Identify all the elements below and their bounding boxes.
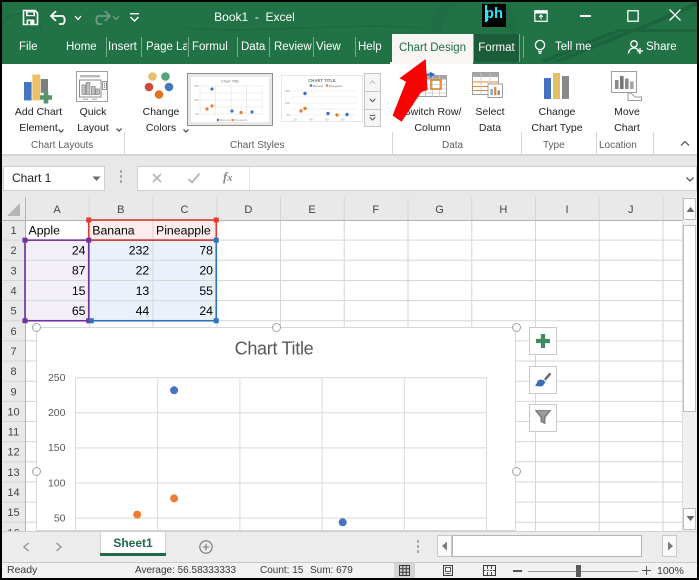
svg-text:55: 55 [199, 284, 213, 298]
svg-text:11: 11 [8, 427, 19, 439]
svg-text:44: 44 [136, 304, 150, 318]
svg-text:F: F [372, 204, 379, 216]
svg-text:10: 10 [7, 406, 19, 418]
svg-text:78: 78 [199, 244, 213, 258]
svg-text:Banana: Banana [220, 118, 231, 122]
svg-text:12: 12 [7, 447, 19, 459]
svg-text:B: B [117, 204, 124, 216]
svg-text:3: 3 [10, 265, 16, 277]
svg-text:J: J [628, 204, 634, 216]
svg-text:9: 9 [10, 386, 16, 398]
svg-text:7: 7 [10, 346, 16, 358]
svg-text:50: 50 [287, 113, 291, 117]
svg-text:2: 2 [10, 245, 16, 257]
svg-text:Chart Title: Chart Title [221, 79, 240, 84]
svg-text:50: 50 [196, 112, 200, 116]
svg-text:250: 250 [194, 84, 199, 88]
svg-text:250: 250 [285, 89, 290, 93]
svg-text:Pineapple: Pineapple [234, 118, 248, 122]
svg-text:87: 87 [72, 264, 86, 278]
svg-text:65: 65 [72, 304, 86, 318]
svg-text:4: 4 [10, 286, 16, 298]
svg-text:Apple: Apple [29, 223, 61, 237]
svg-text:20: 20 [293, 118, 297, 122]
svg-text:24: 24 [199, 304, 213, 318]
svg-text:13: 13 [136, 284, 150, 298]
svg-text:8: 8 [10, 366, 16, 378]
svg-text:A: A [53, 204, 61, 216]
svg-text:Pineapple: Pineapple [156, 223, 211, 237]
svg-text:Pineapple: Pineapple [329, 84, 343, 88]
svg-text:232: 232 [129, 244, 150, 258]
svg-text:E: E [308, 204, 315, 216]
svg-text:D: D [244, 204, 252, 216]
svg-text:6: 6 [10, 326, 16, 338]
svg-text:5: 5 [10, 306, 16, 318]
svg-text:Banana: Banana [92, 223, 135, 237]
svg-text:40: 40 [309, 118, 313, 122]
svg-text:Banana: Banana [313, 84, 324, 88]
svg-text:14: 14 [7, 487, 19, 499]
svg-text:150: 150 [194, 98, 199, 102]
svg-text:20: 20 [199, 264, 213, 278]
svg-text:15: 15 [7, 507, 19, 519]
svg-text:C: C [181, 204, 189, 216]
svg-text:22: 22 [136, 264, 150, 278]
svg-text:15: 15 [72, 284, 86, 298]
svg-text:60: 60 [325, 118, 329, 122]
svg-text:80: 80 [341, 118, 345, 122]
svg-text:24: 24 [72, 244, 86, 258]
svg-text:13: 13 [7, 467, 19, 479]
svg-text:G: G [435, 204, 444, 216]
svg-text:150: 150 [285, 101, 290, 105]
svg-text:CHART TITLE: CHART TITLE [308, 78, 336, 83]
svg-text:I: I [565, 204, 568, 216]
svg-text:H: H [499, 204, 507, 216]
svg-text:1: 1 [10, 225, 16, 237]
